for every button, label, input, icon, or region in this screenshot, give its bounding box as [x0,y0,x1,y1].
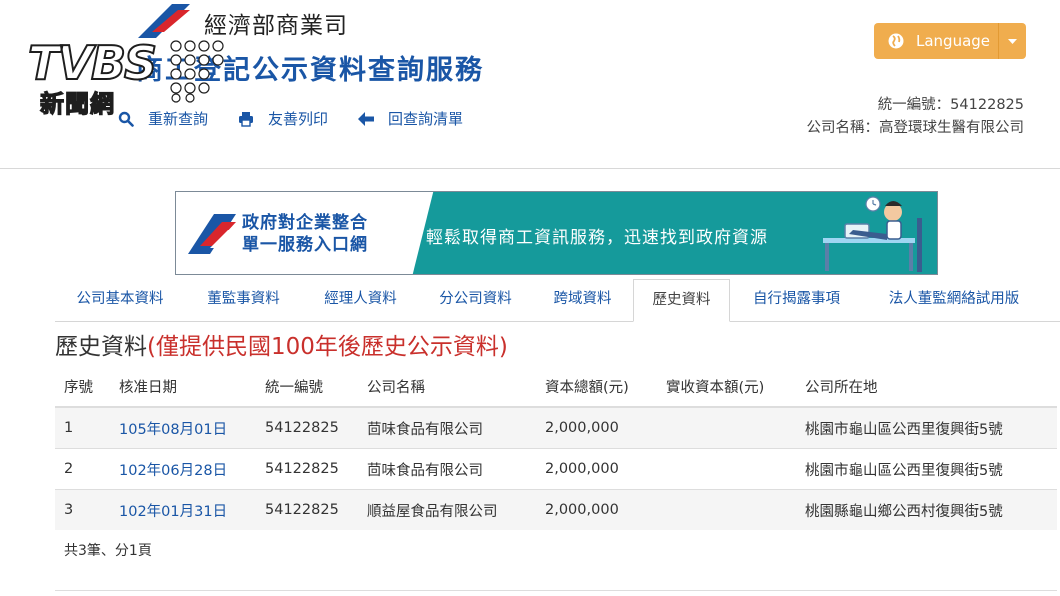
portal-logo-icon [188,214,236,254]
back-to-list-button[interactable]: 回查詢清單 [358,108,463,129]
col-header-id: 統一編號 [265,366,367,408]
history-table: 序號 核准日期 統一編號 公司名稱 資本總額(元) 實收資本額(元) 公司所在地… [55,366,1057,530]
banner-portal-line1: 政府對企業整合 [242,213,368,233]
col-header-paid-capital: 實收資本額(元) [666,366,805,408]
col-header-address: 公司所在地 [805,366,1057,408]
company-id-line: 統一編號：54122825 [877,97,1024,113]
toolbar: 重新查詢 友善列印 回查詢清單 [118,108,493,129]
tvbs-dots-icon [170,40,224,103]
gov-portal-banner[interactable]: 政府對企業整合 單一服務入口網 輕鬆取得商工資訊服務，迅速找到政府資源 [175,191,938,275]
department-name: 經濟部商業司 [204,13,348,39]
cell-date-link[interactable]: 102年01月31日 [119,489,265,530]
tab-self-disclosure[interactable]: 自行揭露事項 [730,279,863,321]
cell-paid-capital [666,448,805,490]
cell-capital: 2,000,000 [545,406,666,449]
language-label: Language [916,32,991,50]
company-info: 統一編號：54122825 公司名稱：高登環球生醫有限公司 [807,94,1025,140]
pagination-summary: 共3筆、分1頁 [64,543,152,559]
cell-address: 桃園市龜山區公西里復興街5號 [805,448,1057,490]
cell-no: 2 [55,448,119,490]
chevron-down-icon [1008,38,1017,44]
cell-capital: 2,000,000 [545,489,666,530]
tab-managers[interactable]: 經理人資料 [302,279,419,321]
cell-address: 桃園縣龜山鄉公西村復興街5號 [805,489,1057,530]
table-row: 1 105年08月01日 54122825 茴味食品有限公司 2,000,000… [55,406,1057,449]
tab-branches[interactable]: 分公司資料 [419,279,532,321]
cell-name: 茴味食品有限公司 [367,406,545,449]
cell-paid-capital [666,406,805,449]
globe-icon [888,33,904,49]
section-title: 歷史資料(僅提供民國100年後歷史公示資料) [55,327,508,361]
col-header-capital: 資本總額(元) [545,366,666,408]
cell-date-link[interactable]: 105年08月01日 [119,406,265,449]
tvbs-logo-text: TVBS [27,35,158,91]
search-icon [118,111,134,127]
tvbs-watermark-logo: TVBS 新聞網 [27,35,224,119]
moea-logo-icon [138,4,190,38]
section-title-note: (僅提供民國100年後歷史公示資料) [147,334,508,360]
bottom-divider [55,590,1057,591]
cell-name: 順益屋食品有限公司 [367,489,545,530]
requery-label: 重新查詢 [148,110,209,128]
cell-id: 54122825 [265,406,367,449]
tab-history[interactable]: 歷史資料 [633,279,730,322]
cell-no: 1 [55,406,119,449]
col-header-no: 序號 [55,366,119,408]
banner-slogan: 輕鬆取得商工資訊服務，迅速找到政府資源 [426,228,768,248]
back-to-list-label: 回查詢清單 [388,110,464,128]
table-row: 3 102年01月31日 54122825 順益屋食品有限公司 2,000,00… [55,489,1057,530]
banner-portal-name: 政府對企業整合 單一服務入口網 [242,212,368,256]
language-dropdown-button[interactable]: Language [874,23,1026,59]
banner-portal-line2: 單一服務入口網 [242,235,368,255]
print-icon [239,111,254,127]
info-tabs: 公司基本資料 董監事資料 經理人資料 分公司資料 跨域資料 歷史資料 自行揭露事… [55,279,1060,322]
relaxing-person-illustration-icon [823,196,922,272]
col-header-name: 公司名稱 [367,366,545,408]
cell-capital: 2,000,000 [545,448,666,490]
tab-cross-domain[interactable]: 跨域資料 [532,279,633,321]
section-title-text: 歷史資料 [55,334,147,360]
tvbs-news-text: 新聞網 [39,89,115,118]
arrow-left-icon [358,111,375,126]
table-header-row: 序號 核准日期 統一編號 公司名稱 資本總額(元) 實收資本額(元) 公司所在地 [55,366,1057,408]
cell-no: 3 [55,489,119,530]
company-name-line: 公司名稱：高登環球生醫有限公司 [806,120,1025,136]
tab-directors[interactable]: 董監事資料 [185,279,302,321]
language-caret[interactable] [998,23,1026,59]
page-header: 經濟部商業司 商工登記公示資料查詢服務 TVBS 新聞網 重新查詢 友善列印 回… [0,0,1060,169]
cell-date-link[interactable]: 102年06月28日 [119,448,265,490]
cell-id: 54122825 [265,489,367,530]
cell-id: 54122825 [265,448,367,490]
tab-company-basic[interactable]: 公司基本資料 [55,279,185,321]
print-label: 友善列印 [268,110,329,128]
col-header-date: 核准日期 [119,366,265,408]
table-row: 2 102年06月28日 54122825 茴味食品有限公司 2,000,000… [55,448,1057,490]
cell-address: 桃園市龜山區公西里復興街5號 [805,406,1057,449]
print-button[interactable]: 友善列印 [238,108,328,129]
requery-button[interactable]: 重新查詢 [118,108,208,129]
cell-name: 茴味食品有限公司 [367,448,545,490]
tab-corporate-director-network[interactable]: 法人董監網絡試用版 [863,279,1045,321]
cell-paid-capital [666,489,805,530]
